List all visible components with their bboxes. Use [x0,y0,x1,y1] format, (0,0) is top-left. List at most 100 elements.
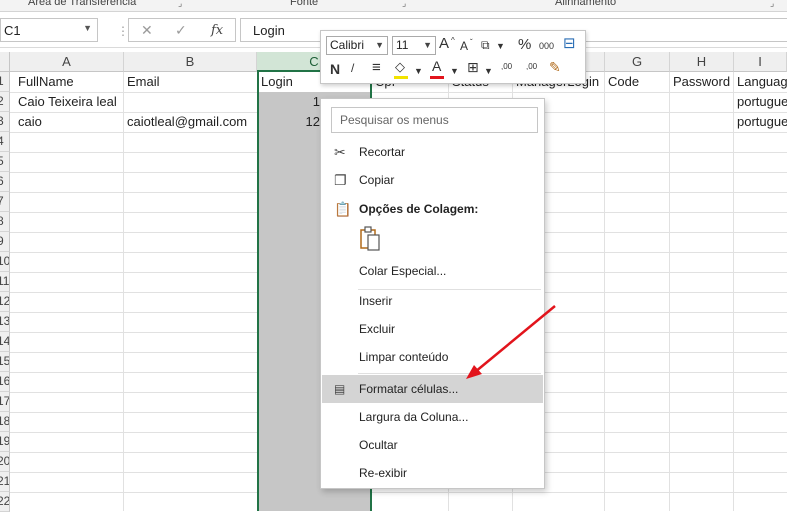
row-header[interactable]: 22 [0,492,10,512]
borders-icon[interactable]: ⊞ [467,58,479,76]
formula-buttons: ✕ ✓ fx [128,18,236,42]
accounting-format-icon[interactable]: ⧉ [481,36,490,54]
menu-item-hide[interactable]: Ocultar [322,431,543,459]
row-header[interactable]: 16 [0,372,10,392]
font-color-icon[interactable]: A [432,57,441,75]
cell-c1[interactable]: Login [261,72,321,92]
cell-b1[interactable]: Email [127,72,255,92]
shrink-font-icon[interactable]: A [460,37,468,55]
cell-h1[interactable]: Password [673,72,733,92]
menu-item-column-width[interactable]: Largura da Coluna... [322,403,543,431]
chevron-down-icon[interactable]: ▼ [414,62,423,80]
row-header[interactable]: 5 [0,152,10,172]
row-header[interactable]: 13 [0,312,10,332]
column-header-g[interactable]: G [605,52,670,72]
shrink-font-caret-icon: ˇ [470,38,473,47]
menu-item-label: Formatar células... [359,382,459,396]
name-box[interactable]: C1 ▼ [0,18,98,42]
column-header-a[interactable]: A [10,52,124,72]
clipboard-launcher-icon[interactable]: ⌟ [178,0,182,9]
row-header[interactable]: 7 [0,192,10,212]
cell-i3[interactable]: portugue [737,112,787,132]
cell-i2[interactable]: portugue [737,92,787,112]
drag-handle-icon[interactable]: ⋮ [117,24,129,38]
cell-a3[interactable]: caio [18,112,123,132]
chevron-down-icon[interactable]: ▼ [484,62,493,80]
row-header[interactable]: 1 [0,72,10,92]
cell-a2[interactable]: Caio Teixeira leal [18,92,123,112]
row-header[interactable]: 21 [0,472,10,492]
column-header-b[interactable]: B [124,52,257,72]
chevron-down-icon[interactable]: ▼ [496,37,505,55]
align-center-icon[interactable]: ≡ [372,59,381,77]
font-size-select[interactable]: 11 ▼ [392,36,436,55]
row-header[interactable]: 10 [0,252,10,272]
row-header[interactable]: 15 [0,352,10,372]
menu-item-insert[interactable]: Inserir [322,287,543,315]
row-header[interactable]: 17 [0,392,10,412]
menu-item-format-cells[interactable]: ▤ Formatar células... [322,375,543,403]
font-size-value: 11 [396,38,409,52]
menu-item-cut[interactable]: ✂ Recortar [322,138,543,166]
menu-item-delete[interactable]: Excluir [322,315,543,343]
format-painter-icon[interactable]: ✎ [549,58,561,76]
cell-c2[interactable]: 1 [290,92,320,112]
cell-c3[interactable]: 12 [290,112,320,132]
font-color-swatch [430,76,444,79]
font-name-value: Calibri [330,38,365,52]
menu-item-unhide[interactable]: Re-exibir [322,459,543,487]
row-header[interactable]: 6 [0,172,10,192]
row-header[interactable]: 18 [0,412,10,432]
decrease-decimal-icon[interactable]: ,00 [526,58,537,76]
chevron-down-icon[interactable]: ▼ [423,37,432,54]
increase-decimal-icon[interactable]: ,00 [501,58,512,76]
alignment-launcher-icon[interactable]: ⌟ [770,0,774,9]
chevron-down-icon[interactable]: ▼ [450,62,459,80]
insert-function-icon[interactable]: fx [211,23,223,38]
menu-search-input[interactable]: Pesquisar os menus [331,107,538,133]
enter-icon[interactable]: ✓ [175,22,187,39]
cancel-icon[interactable]: ✕ [141,22,153,39]
context-menu: Pesquisar os menus ✂ Recortar ❐ Copiar 📋… [320,98,545,489]
row-header[interactable]: 12 [0,292,10,312]
row-header[interactable]: 14 [0,332,10,352]
cell-i1[interactable]: Languag [737,72,787,92]
percent-icon[interactable]: % [518,36,531,54]
row-header[interactable]: 20 [0,452,10,472]
row-header[interactable]: 9 [0,232,10,252]
column-header-i[interactable]: I [734,52,787,72]
menu-item-copy[interactable]: ❐ Copiar [322,166,543,194]
select-all-corner[interactable] [0,52,10,72]
fill-color-swatch [394,76,408,79]
row-header[interactable]: 19 [0,432,10,452]
grid-line [10,492,787,493]
chevron-down-icon[interactable]: ▼ [83,23,92,33]
grow-font-icon[interactable]: A [439,35,449,53]
menu-item-label: Recortar [359,145,406,159]
grow-font-caret-icon: ^ [451,36,455,45]
scissors-icon: ✂ [334,144,346,160]
fill-color-icon[interactable]: ◇ [395,58,405,76]
bold-icon[interactable]: N [330,60,340,78]
chevron-down-icon[interactable]: ▼ [375,37,384,54]
font-launcher-icon[interactable]: ⌟ [402,0,406,9]
row-header[interactable]: 4 [0,132,10,152]
row-header[interactable]: 2 [0,92,10,112]
menu-item-clear-contents[interactable]: Limpar conteúdo [322,343,543,371]
cell-b3[interactable]: caiotleal@gmail.com [127,112,257,132]
row-header[interactable]: 8 [0,212,10,232]
row-header[interactable]: 11 [0,272,10,292]
menu-item-paste-special[interactable]: Colar Especial... [322,257,543,285]
cell-a1[interactable]: FullName [18,72,122,92]
copy-icon: ❐ [334,172,347,188]
paste-icon[interactable] [359,226,381,252]
font-name-select[interactable]: Calibri ▼ [326,36,388,55]
row-header[interactable]: 3 [0,112,10,132]
italic-icon[interactable]: / [351,59,354,77]
ribbon-group-font: Fonte [290,0,319,8]
cell-g1[interactable]: Code [608,72,668,92]
merge-center-icon[interactable]: ⊟ [563,35,576,53]
name-box-value: C1 [4,23,21,38]
column-header-h[interactable]: H [670,52,734,72]
thousands-separator-icon[interactable]: 000 [539,37,554,55]
